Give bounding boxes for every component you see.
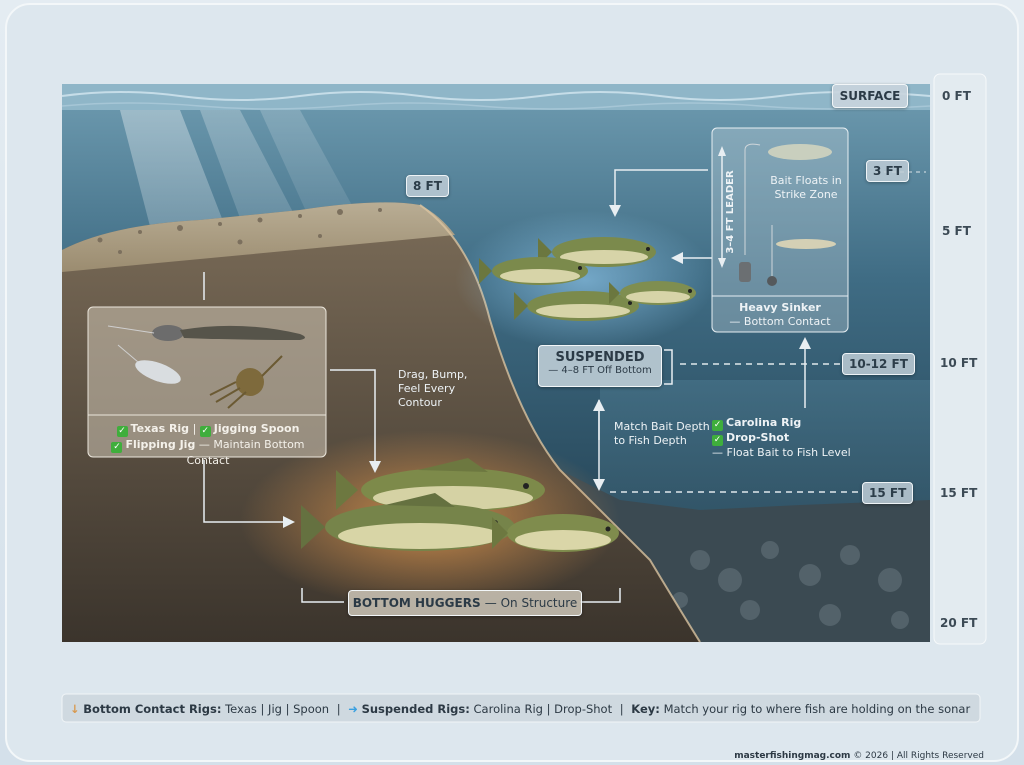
bottom-huggers-label: BOTTOM HUGGERS — On Structure — [348, 590, 582, 616]
water-scene — [5, 3, 1019, 762]
bait-floats-note: Bait Floats in Strike Zone — [770, 174, 842, 201]
match-bait-note: Match Bait Depth to Fish Depth — [614, 420, 710, 447]
diagram-stage: 0 FT 5 FT 10 FT 15 FT 20 FT SURFACE 8 FT… — [0, 0, 1024, 765]
surface-label: SURFACE — [832, 84, 908, 108]
check-icon: ✓ — [116, 426, 128, 437]
check-icon: ✓ — [111, 442, 123, 453]
check-icon: ✓ — [712, 435, 723, 446]
flipping-jig-label: Flipping Jig — [125, 438, 196, 451]
check-icon: ✓ — [712, 420, 723, 431]
separator: | — [192, 422, 197, 435]
legend-text: ↓ Bottom Contact Rigs: Texas | Jig | Spo… — [70, 702, 971, 716]
copyright: masterfishingmag.com © 2026 | All Rights… — [734, 751, 984, 761]
heavy-sinker-note: Heavy Sinker — Bottom Contact — [729, 301, 831, 328]
drag-note: Drag, Bump, Feel Every Contour — [398, 368, 468, 409]
depth-tag-15ft: 15 FT — [862, 482, 914, 504]
suspended-rigs-list: ✓ Carolina Rig ✓ Drop-Shot — Float Bait to… — [712, 416, 851, 459]
right-arrow-icon: ➜ — [348, 702, 358, 716]
texas-rig-label: Texas Rig — [130, 422, 190, 435]
suspended-label: SUSPENDED — 4–8 FT Off Bottom — [538, 345, 662, 387]
jigging-spoon-label: Jigging Spoon — [213, 422, 300, 435]
scale-tick-15: 15 FT — [940, 486, 978, 500]
bottom-rigs-list: ✓ Texas Rig | ✓ Jigging Spoon ✓ Flipping Ji… — [92, 421, 324, 468]
bottom-contact-note: — Maintain Bottom Contact — [186, 438, 305, 467]
down-arrow-icon: ↓ — [70, 702, 80, 716]
scale-tick-0: 0 FT — [942, 89, 971, 103]
depth-tag-8ft: 8 FT — [406, 175, 449, 197]
depth-tag-3ft: 3 FT — [866, 160, 909, 182]
scale-tick-5: 5 FT — [942, 224, 971, 238]
leader-label: 3–4 FT LEADER — [725, 170, 736, 254]
scale-tick-10: 10 FT — [940, 356, 978, 370]
scale-tick-20: 20 FT — [940, 616, 978, 630]
check-icon: ✓ — [199, 426, 211, 437]
depth-tag-10-12ft: 10-12 FT — [842, 353, 915, 375]
